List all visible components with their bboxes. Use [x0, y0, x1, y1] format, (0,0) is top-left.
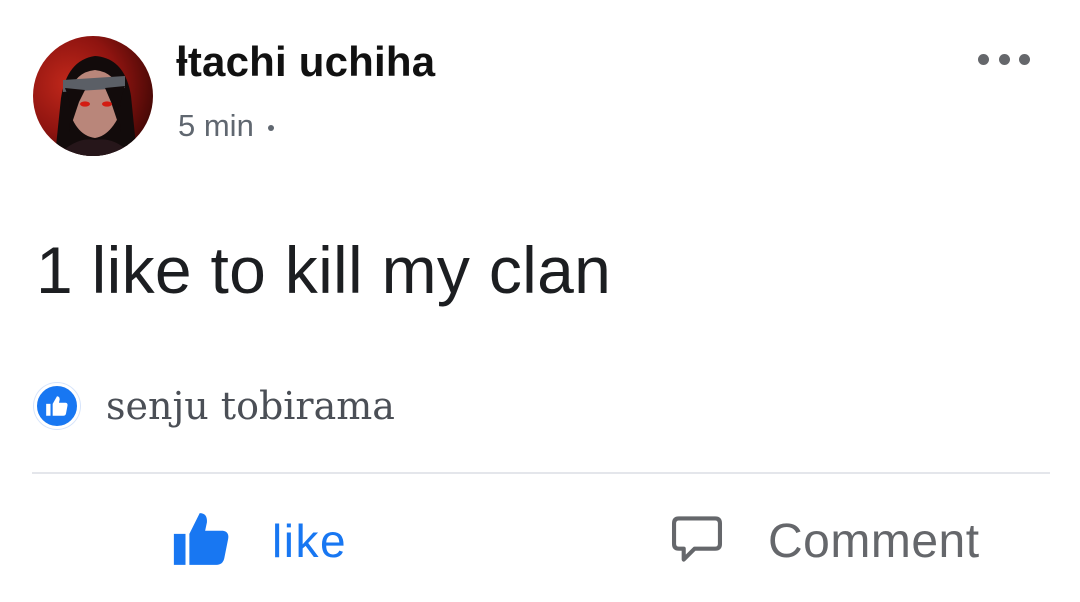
like-button[interactable]: like	[170, 510, 347, 572]
dot-icon	[267, 125, 274, 131]
like-button-label: like	[272, 515, 348, 567]
comment-icon	[668, 510, 726, 573]
more-options-icon	[978, 53, 989, 65]
comment-button-label: Comment	[768, 514, 980, 568]
author-name[interactable]: ƚtachi uchiha	[176, 38, 435, 86]
post-time[interactable]: 5 min	[178, 108, 254, 144]
comment-button[interactable]: Comment	[668, 510, 980, 572]
reactions-summary[interactable]: senju tobirama	[34, 383, 395, 429]
post-text: 1 like to kill my clan	[36, 233, 612, 307]
more-options-icon-dot	[998, 53, 1010, 65]
thumbs-up-icon	[170, 508, 232, 575]
post-meta: 5 min	[178, 108, 274, 144]
more-options-icon-dot	[1019, 53, 1030, 65]
like-reaction-icon	[34, 383, 80, 429]
avatar-image	[55, 56, 137, 156]
post-card: ƚtachi uchiha 5 min 1 like to kill my cl…	[0, 0, 1080, 602]
more-options-button[interactable]	[972, 44, 1036, 74]
author-avatar[interactable]	[33, 36, 153, 156]
reactors-names[interactable]: senju tobirama	[106, 384, 395, 428]
divider	[32, 472, 1050, 474]
